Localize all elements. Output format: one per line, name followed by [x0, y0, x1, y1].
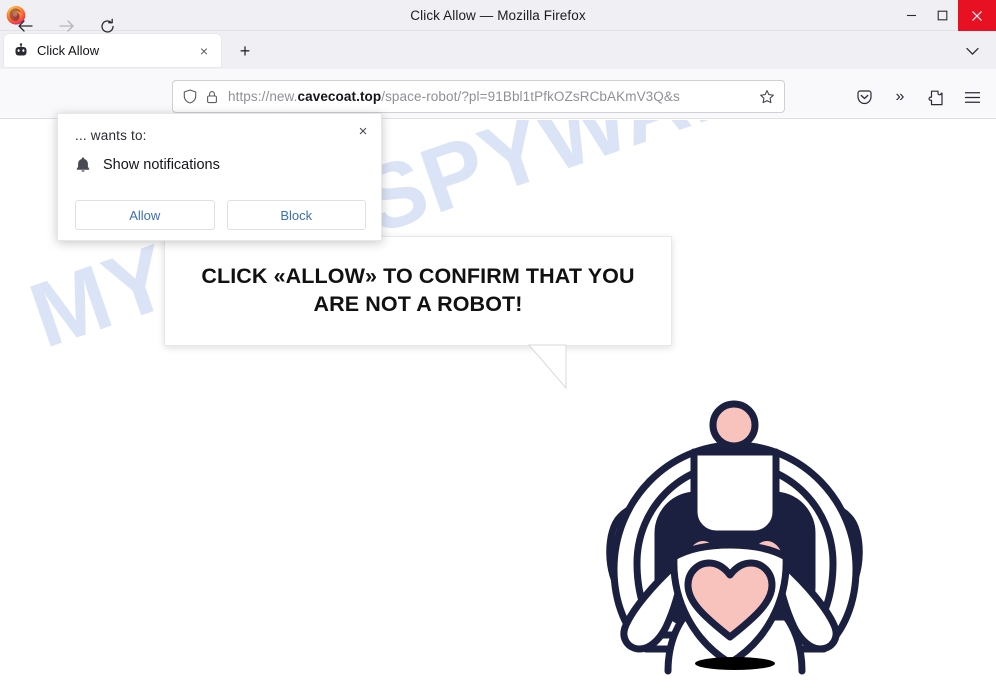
- pocket-icon[interactable]: [851, 84, 877, 110]
- list-all-tabs-icon[interactable]: [960, 40, 984, 62]
- url-scheme: https://: [228, 89, 270, 104]
- permission-origin-text: ... wants to:: [75, 128, 147, 143]
- robot-shadow: [695, 657, 775, 670]
- tracking-protection-shield-icon[interactable]: [183, 89, 197, 104]
- title-bar: Click Allow — Mozilla Firefox: [0, 0, 996, 31]
- robot-favicon-icon: [13, 42, 29, 59]
- allow-button[interactable]: Allow: [75, 200, 215, 230]
- speech-bubble: CLICK «ALLOW» TO CONFIRM THAT YOU ARE NO…: [164, 236, 672, 346]
- close-button[interactable]: [958, 0, 996, 31]
- permission-label: Show notifications: [103, 157, 220, 173]
- firefox-window: Click Allow — Mozilla Firefox Click Allo…: [0, 0, 996, 695]
- speech-bubble-text: CLICK «ALLOW» TO CONFIRM THAT YOU ARE NO…: [201, 264, 635, 316]
- window-controls: [896, 0, 996, 31]
- star-icon[interactable]: [759, 89, 775, 105]
- minimize-button[interactable]: [896, 0, 927, 31]
- bell-icon: [75, 156, 93, 174]
- url-subdomain: new.: [269, 89, 298, 104]
- hamburger-menu-icon[interactable]: [959, 84, 985, 110]
- block-button[interactable]: Block: [226, 200, 366, 230]
- speech-bubble-tail: [527, 344, 584, 400]
- url-domain: cavecoat.top: [297, 89, 382, 104]
- window-title: Click Allow — Mozilla Firefox: [410, 8, 586, 23]
- tab-title: Click Allow: [37, 43, 100, 58]
- permission-buttons: Allow Block: [75, 200, 366, 230]
- new-tab-button[interactable]: +: [232, 39, 258, 63]
- back-button[interactable]: [12, 13, 38, 39]
- forward-button[interactable]: [53, 13, 79, 39]
- reload-button[interactable]: [94, 13, 120, 39]
- permission-request-row: Show notifications: [75, 156, 220, 174]
- url-path: /space-robot/?pl=91Bbl1tPfkOZsRCbAKmV3Q&…: [381, 89, 680, 104]
- popup-close-button[interactable]: ×: [351, 119, 375, 143]
- maximize-button[interactable]: [927, 0, 958, 31]
- notification-permission-popup: × ... wants to: Show notifications Allow…: [57, 113, 382, 241]
- url-text[interactable]: https://new.cavecoat.top/space-robot/?pl…: [228, 89, 753, 104]
- tab-close-button[interactable]: ×: [193, 40, 215, 62]
- overflow-menu-icon[interactable]: »: [887, 84, 913, 110]
- tab-strip: Click Allow × +: [0, 31, 996, 69]
- extensions-icon[interactable]: [923, 84, 949, 110]
- padlock-icon[interactable]: [206, 90, 218, 104]
- address-bar[interactable]: https://new.cavecoat.top/space-robot/?pl…: [172, 80, 785, 113]
